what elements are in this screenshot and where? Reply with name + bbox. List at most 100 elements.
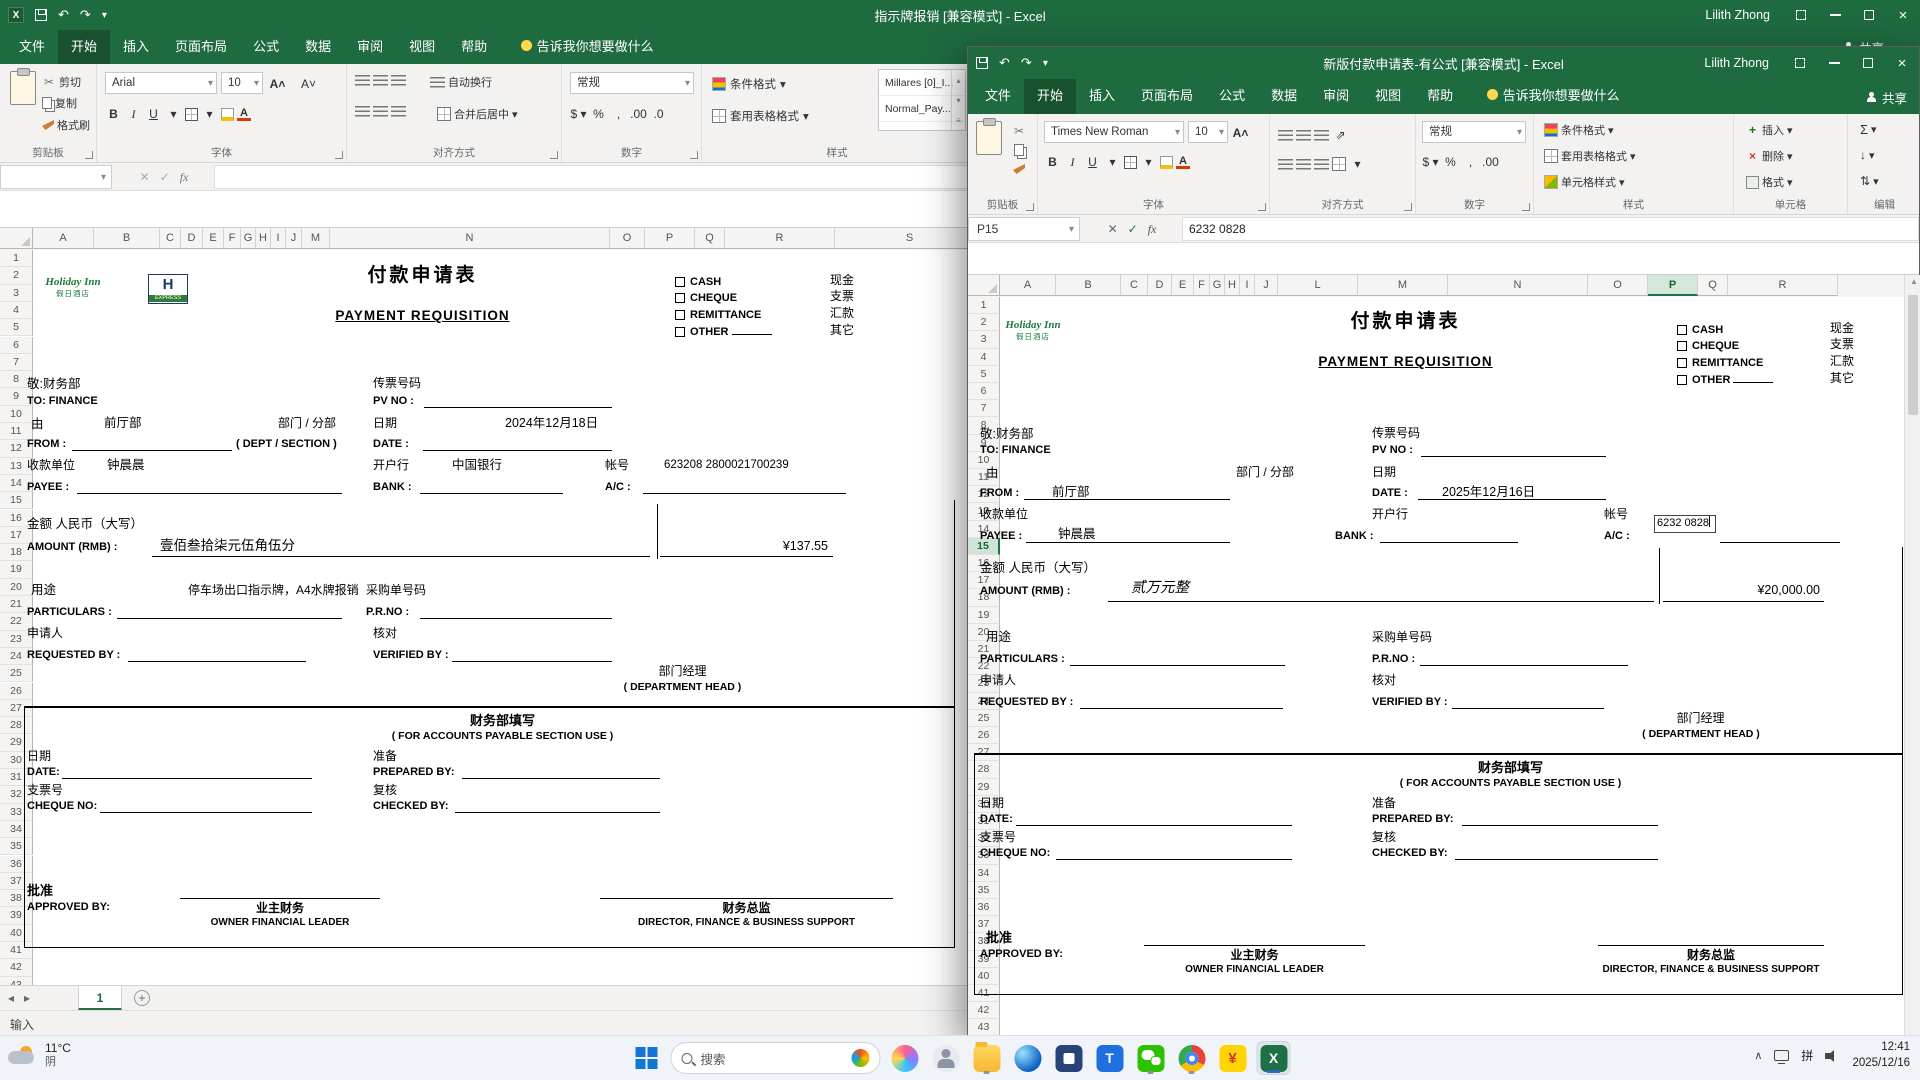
share-button[interactable]: 共享 [1866, 88, 1907, 107]
cancel-icon[interactable]: ✕ [1108, 222, 1118, 236]
column-header-F[interactable]: F [224, 228, 241, 249]
column-header-R[interactable]: R [725, 228, 835, 249]
row-header-19[interactable]: 19 [968, 606, 1000, 624]
column-header-H[interactable]: H [256, 228, 271, 249]
customize-qat-button[interactable]: ▾ [1043, 58, 1048, 69]
insert-function-icon[interactable]: fx [1148, 222, 1157, 237]
row-header-25[interactable]: 25 [0, 665, 33, 683]
close-button[interactable]: × [1885, 47, 1919, 79]
align-bottom-icon[interactable] [1314, 129, 1329, 141]
insert-function-icon[interactable]: fx [180, 170, 189, 185]
account-name[interactable]: Lilith Zhong [1705, 8, 1770, 22]
column-header-C[interactable]: C [1121, 275, 1148, 296]
merge-center-icon[interactable] [1332, 157, 1346, 171]
column-header-O[interactable]: O [610, 228, 645, 249]
italic-button[interactable]: I [125, 104, 142, 124]
ribbon-tab-公式[interactable]: 公式 [1206, 79, 1258, 114]
row-header-5[interactable]: 5 [0, 319, 33, 337]
row-header-7[interactable]: 7 [0, 353, 33, 372]
row-header-2[interactable]: 2 [0, 267, 33, 285]
taskbar-app-dark[interactable] [1052, 1041, 1086, 1075]
column-header-I[interactable]: I [1240, 275, 1255, 296]
cheque-checkbox[interactable] [1677, 341, 1687, 351]
minimize-button[interactable] [1817, 47, 1851, 79]
row-header-5[interactable]: 5 [968, 365, 1000, 383]
align-center-icon[interactable] [373, 106, 388, 117]
column-header-C[interactable]: C [160, 228, 181, 249]
delete-cells-button[interactable]: × 删除 ▾ [1746, 148, 1793, 164]
column-header-B[interactable]: B [1056, 275, 1121, 296]
underline-dropdown[interactable]: ▾ [165, 104, 182, 124]
row-header-43[interactable]: 43 [0, 976, 33, 985]
row-header-4[interactable]: 4 [0, 301, 33, 320]
font-name-select[interactable]: Times New Roman [1044, 121, 1184, 143]
column-header-D[interactable]: D [1148, 275, 1172, 296]
column-header-G[interactable]: G [241, 228, 256, 249]
copy-button[interactable] [1014, 144, 1024, 156]
row-header-34[interactable]: 34 [968, 864, 1000, 882]
decrease-decimal-button[interactable]: .0 [650, 104, 667, 124]
ribbon-display-options-button[interactable] [1784, 0, 1818, 30]
account-name[interactable]: Lilith Zhong [1704, 56, 1769, 70]
display-cast-icon[interactable] [1774, 1050, 1790, 1065]
column-header-F[interactable]: F [1194, 275, 1210, 296]
column-header-D[interactable]: D [181, 228, 203, 249]
row-header-36[interactable]: 36 [968, 899, 1000, 917]
borders-icon[interactable] [185, 107, 198, 121]
align-middle-icon[interactable] [373, 75, 388, 86]
row-header-3[interactable]: 3 [0, 284, 33, 302]
search-box[interactable]: 搜索 [670, 1042, 881, 1074]
taskbar-wechat[interactable] [1134, 1041, 1168, 1075]
weather-widget[interactable]: 11°C 阴 [8, 1041, 71, 1069]
taskbar-excel[interactable]: X [1256, 1041, 1291, 1075]
conditional-format-button[interactable]: 条件格式 ▾ [712, 76, 786, 92]
row-header-42[interactable]: 42 [968, 1002, 1000, 1020]
redo-button[interactable]: ↷ [80, 7, 91, 23]
conditional-format-button[interactable]: 条件格式 ▾ [1544, 122, 1614, 138]
increase-decimal-button[interactable]: .00 [630, 104, 647, 124]
align-center-icon[interactable] [1296, 158, 1311, 170]
ribbon-tab-插入[interactable]: 插入 [1076, 79, 1128, 114]
taskbar-edge[interactable] [1011, 1041, 1045, 1075]
maximize-button[interactable] [1851, 47, 1885, 79]
minimize-button[interactable] [1818, 0, 1852, 30]
remittance-checkbox[interactable] [1677, 358, 1687, 368]
enter-icon[interactable]: ✓ [1128, 222, 1138, 236]
row-header-28[interactable]: 28 [968, 761, 1000, 779]
format-table-button[interactable]: 套用表格格式 ▾ [712, 108, 809, 124]
row-header-36[interactable]: 36 [0, 855, 33, 873]
column-header-A[interactable]: A [33, 228, 94, 249]
row-header-25[interactable]: 25 [968, 709, 1000, 727]
clipboard-dialog-launcher[interactable] [1026, 203, 1034, 211]
tell-me-box[interactable]: 告诉我你想要做什么 [1486, 85, 1620, 104]
row-header-4[interactable]: 4 [968, 348, 1000, 366]
column-header-Q[interactable]: Q [695, 228, 725, 249]
shrink-font-button[interactable]: A˅ [300, 74, 317, 94]
taskbar-chrome[interactable] [1175, 1041, 1209, 1075]
fill-color-icon[interactable] [221, 107, 234, 121]
taskbar-contacts[interactable] [929, 1041, 963, 1075]
clock[interactable]: 12:41 2025/12/16 [1852, 1040, 1910, 1071]
number-dialog-launcher[interactable] [1522, 203, 1530, 211]
align-right-icon[interactable] [1314, 158, 1329, 170]
column-header-I[interactable]: I [271, 228, 286, 249]
column-header-N[interactable]: N [330, 228, 610, 249]
cheque-checkbox[interactable] [675, 293, 685, 303]
format-painter-button[interactable]: 格式刷 [42, 117, 90, 133]
font-dialog-launcher[interactable] [1258, 203, 1266, 211]
formula-bar-extension[interactable] [968, 243, 1919, 275]
font-color-icon[interactable]: A [1176, 155, 1190, 169]
sheet-tab[interactable]: 1 [78, 986, 122, 1010]
align-right-icon[interactable] [391, 106, 406, 117]
ribbon-tab-页面布局[interactable]: 页面布局 [1128, 79, 1206, 114]
cash-checkbox[interactable] [1677, 325, 1687, 335]
customize-qat-button[interactable]: ▾ [102, 10, 107, 21]
column-header-P[interactable]: P [645, 228, 695, 249]
fill-button[interactable]: ↓ ▾ [1860, 148, 1875, 162]
cell-styles-gallery[interactable]: Millares [0]_I... Normal_Pay... ▴ ▾ ≡ [878, 69, 966, 131]
italic-button[interactable]: I [1064, 152, 1081, 172]
alignment-dialog-launcher[interactable] [1404, 203, 1412, 211]
ribbon-tab-帮助[interactable]: 帮助 [448, 30, 500, 64]
number-dialog-launcher[interactable] [690, 151, 698, 159]
redo-button[interactable]: ↷ [1021, 55, 1032, 71]
